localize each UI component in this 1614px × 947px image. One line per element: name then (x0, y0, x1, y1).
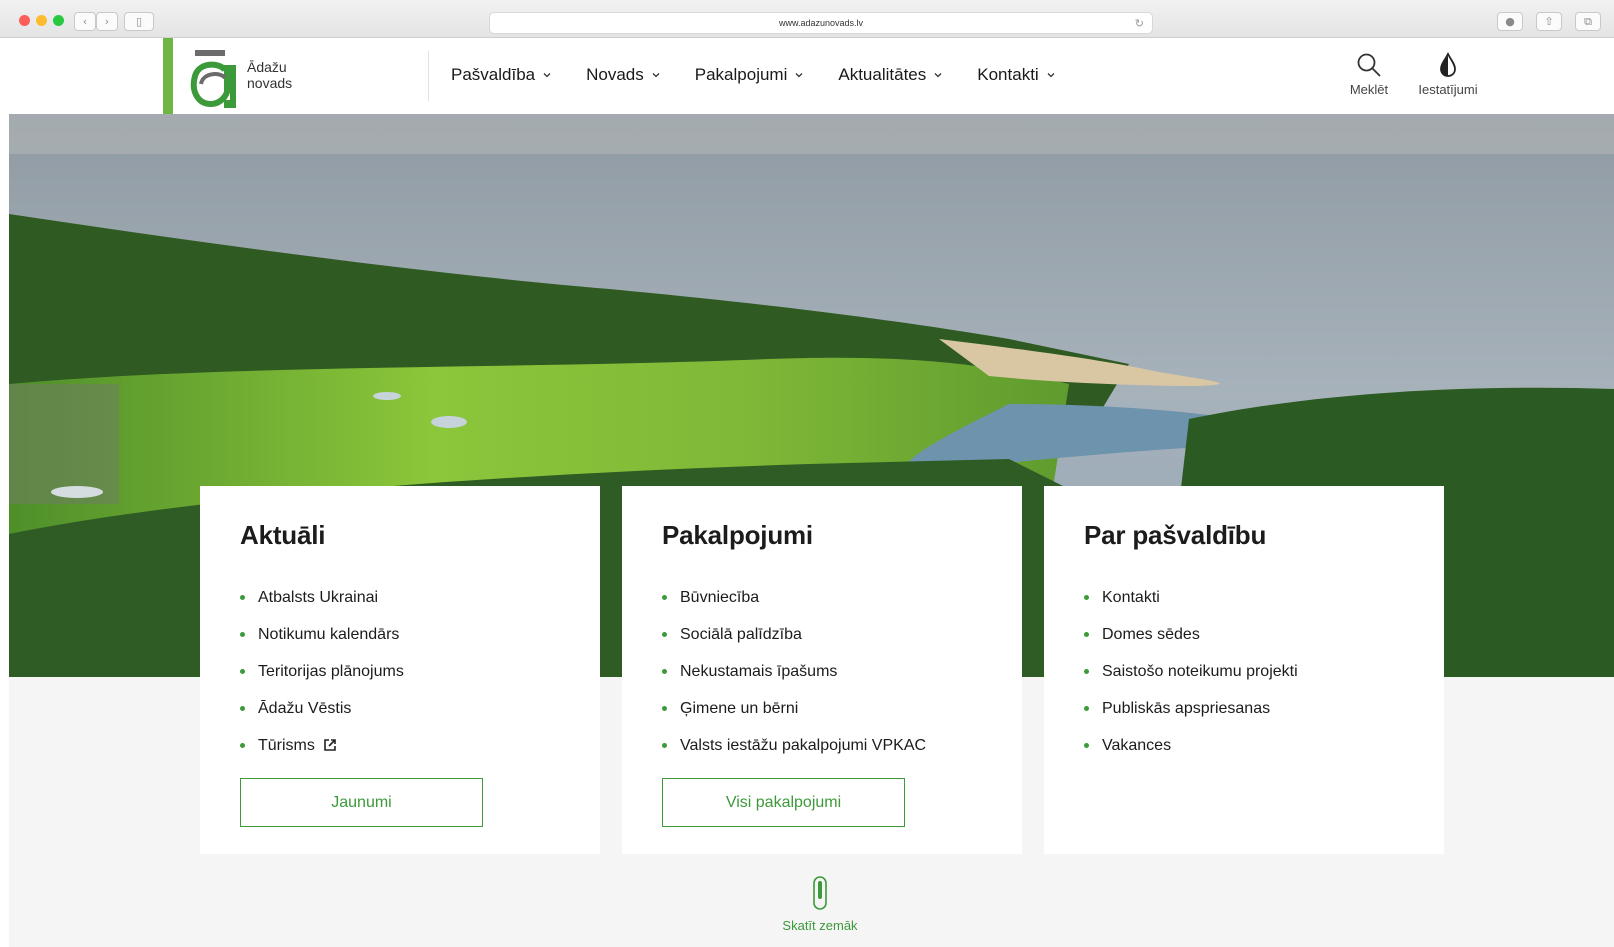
settings-label: Iestatījumi (1418, 82, 1478, 97)
list-item[interactable]: Ģimene un bērni (662, 690, 982, 727)
nav-item-label: Novads (586, 65, 644, 84)
logo-icon[interactable] (189, 48, 237, 108)
search-icon (1357, 53, 1381, 77)
nav-item-label: Aktualitātes (838, 65, 927, 84)
list-item[interactable]: Ādažu Vēstis (240, 690, 560, 727)
scroll-hint-label: Skatīt zemāk (782, 918, 858, 933)
header-divider (428, 51, 429, 101)
settings-button[interactable]: Iestatījumi (1411, 52, 1485, 97)
list-item[interactable]: Vakances (1084, 727, 1404, 764)
list-item[interactable]: Saistošo noteikumu projekti (1084, 653, 1404, 690)
all-services-button[interactable]: Visi pakalpojumi (662, 778, 905, 827)
card-title: Aktuāli (240, 520, 326, 550)
card-aktuali: Aktuāli Atbalsts Ukrainai Notikumu kalen… (200, 486, 600, 854)
list-item-label: Tūrisms (258, 737, 315, 754)
logo-line-2: novads (247, 75, 293, 91)
nav-item-kontakti[interactable]: Kontakti (977, 65, 1055, 85)
list-item[interactable]: Teritorijas plānojums (240, 653, 560, 690)
zoom-window-button[interactable] (53, 15, 64, 26)
external-link-icon (324, 739, 336, 751)
list-item[interactable]: Domes sēdes (1084, 616, 1404, 653)
jaunumi-button[interactable]: Jaunumi (240, 778, 483, 827)
list-item[interactable]: Nekustamais īpašums (662, 653, 982, 690)
scroll-down-hint[interactable]: Skatīt zemāk (780, 876, 860, 933)
list-item[interactable]: Notikumu kalendārs (240, 616, 560, 653)
list-item-turisms[interactable]: Tūrisms (240, 727, 560, 764)
tabs-icon[interactable]: ⧉ (1575, 12, 1601, 31)
list-item[interactable]: Publiskās apspriesanas (1084, 690, 1404, 727)
nav-item-label: Pakalpojumi (694, 65, 788, 84)
back-icon[interactable]: ‹ (74, 12, 96, 31)
mouse-scroll-icon (813, 876, 827, 910)
nav-item-aktualitates[interactable]: Aktualitātes (838, 65, 943, 85)
nav-item-pasvaldiba[interactable]: Pašvaldība (451, 65, 552, 85)
nav-item-label: Kontakti (977, 65, 1039, 84)
list-item[interactable]: Būvniecība (662, 579, 982, 616)
share-icon[interactable]: ⇧ (1536, 12, 1562, 31)
list-item[interactable]: Valsts iestāžu pakalpojumi VPKAC (662, 727, 982, 764)
nav-item-label: Pašvaldība (451, 65, 536, 84)
nav-item-novads[interactable]: Novads (586, 65, 661, 85)
minimize-window-button[interactable] (36, 15, 47, 26)
chevron-down-icon (652, 73, 660, 78)
site-header: Ādažu novads Pašvaldība Novads Pakalpoju… (9, 38, 1614, 114)
logo-accent-bar (163, 38, 173, 114)
card-title: Par pašvaldību (1084, 520, 1267, 550)
url-text: www.adazunovads.lv (778, 18, 864, 28)
card-par-pasvaldibu: Par pašvaldību Kontakti Domes sēdes Sais… (1044, 486, 1444, 854)
card-pakalpojumi: Pakalpojumi Būvniecība Sociālā palīdzība… (622, 486, 1022, 854)
browser-toolbar: ‹ › ▯ www.adazunovads.lv ↻ ● ⇧ ⧉ (0, 0, 1614, 38)
contrast-drop-icon (1440, 52, 1456, 77)
card-title: Pakalpojumi (662, 520, 813, 550)
forward-icon[interactable]: › (96, 12, 118, 31)
nav-item-pakalpojumi[interactable]: Pakalpojumi (695, 65, 805, 85)
list-item[interactable]: Kontakti (1084, 579, 1404, 616)
sidebar-icon[interactable]: ▯ (124, 12, 154, 31)
main-nav: Pašvaldība Novads Pakalpojumi Aktualitāt… (451, 65, 1090, 85)
logo-line-1: Ādažu (247, 59, 287, 75)
address-bar[interactable]: www.adazunovads.lv ↻ (489, 12, 1153, 34)
chevron-down-icon (543, 73, 551, 78)
card-link-list: Atbalsts Ukrainai Notikumu kalendārs Ter… (240, 579, 560, 764)
search-label: Meklēt (1349, 82, 1389, 97)
card-link-list: Kontakti Domes sēdes Saistošo noteikumu … (1084, 579, 1404, 764)
card-link-list: Būvniecība Sociālā palīdzība Nekustamais… (662, 579, 982, 764)
chevron-down-icon (795, 73, 803, 78)
download-icon[interactable]: ● (1497, 12, 1523, 31)
search-button[interactable]: Meklēt (1342, 52, 1396, 97)
logo-text[interactable]: Ādažu novads (247, 59, 292, 91)
reload-icon[interactable]: ↻ (1135, 13, 1144, 34)
chevron-down-icon (1047, 73, 1055, 78)
list-item[interactable]: Atbalsts Ukrainai (240, 579, 560, 616)
list-item[interactable]: Sociālā palīdzība (662, 616, 982, 653)
close-window-button[interactable] (19, 15, 30, 26)
chevron-down-icon (934, 73, 942, 78)
